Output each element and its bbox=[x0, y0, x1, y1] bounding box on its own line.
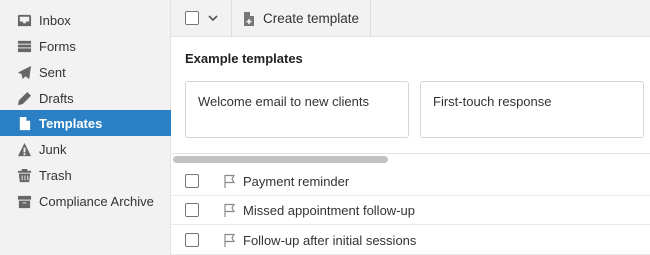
sidebar: Inbox Forms Sent Drafts Templates Junk T… bbox=[0, 0, 171, 255]
example-template-card[interactable]: First-touch response bbox=[420, 81, 644, 138]
template-row[interactable]: Follow-up after initial sessions bbox=[171, 226, 650, 255]
toolbar: Create template bbox=[171, 0, 650, 37]
sidebar-item-label: Trash bbox=[39, 167, 72, 183]
sidebar-item-inbox[interactable]: Inbox bbox=[0, 7, 171, 33]
row-checkbox[interactable] bbox=[185, 203, 199, 217]
example-template-card[interactable]: Welcome email to new clients bbox=[185, 81, 409, 138]
template-row[interactable]: Payment reminder bbox=[171, 167, 650, 196]
sidebar-item-templates[interactable]: Templates bbox=[0, 110, 171, 136]
create-template-button[interactable]: Create template bbox=[232, 0, 370, 37]
inbox-icon bbox=[16, 12, 32, 28]
sidebar-item-compliance-archive[interactable]: Compliance Archive bbox=[0, 188, 171, 214]
sidebar-item-label: Junk bbox=[39, 141, 67, 157]
trash-icon bbox=[16, 167, 32, 183]
template-name: Missed appointment follow-up bbox=[243, 203, 415, 218]
row-checkbox[interactable] bbox=[185, 174, 199, 188]
pencil-icon bbox=[16, 90, 32, 106]
row-checkbox[interactable] bbox=[185, 233, 199, 247]
main-panel: Create template Example templates Welcom… bbox=[171, 0, 650, 255]
document-icon bbox=[16, 115, 32, 131]
send-icon bbox=[16, 64, 32, 80]
template-name: Payment reminder bbox=[243, 174, 350, 189]
template-name: Follow-up after initial sessions bbox=[243, 233, 417, 248]
sidebar-item-label: Sent bbox=[39, 64, 66, 80]
select-all-checkbox[interactable] bbox=[185, 11, 199, 25]
chevron-down-icon[interactable] bbox=[207, 12, 219, 24]
create-template-label: Create template bbox=[263, 11, 360, 26]
forms-icon bbox=[16, 38, 32, 54]
new-document-icon bbox=[244, 11, 254, 26]
template-row[interactable]: Missed appointment follow-up bbox=[171, 196, 650, 225]
sidebar-item-label: Templates bbox=[39, 115, 103, 131]
sidebar-item-trash[interactable]: Trash bbox=[0, 162, 171, 188]
flag-icon[interactable] bbox=[223, 233, 237, 248]
sidebar-item-junk[interactable]: Junk bbox=[0, 136, 171, 162]
sidebar-item-label: Inbox bbox=[39, 12, 71, 28]
sidebar-item-sent[interactable]: Sent bbox=[0, 59, 171, 85]
sidebar-item-label: Forms bbox=[39, 38, 76, 54]
toolbar-divider bbox=[370, 0, 371, 37]
archive-icon bbox=[16, 193, 32, 209]
sidebar-item-label: Drafts bbox=[39, 90, 74, 106]
warning-icon bbox=[16, 141, 32, 157]
horizontal-scroll-track bbox=[171, 153, 650, 154]
example-templates-title: Example templates bbox=[185, 51, 303, 66]
sidebar-item-label: Compliance Archive bbox=[39, 193, 154, 209]
sidebar-item-forms[interactable]: Forms bbox=[0, 33, 171, 59]
flag-icon[interactable] bbox=[223, 174, 237, 189]
flag-icon[interactable] bbox=[223, 203, 237, 218]
horizontal-scrollbar[interactable] bbox=[173, 156, 388, 163]
sidebar-item-drafts[interactable]: Drafts bbox=[0, 85, 171, 111]
